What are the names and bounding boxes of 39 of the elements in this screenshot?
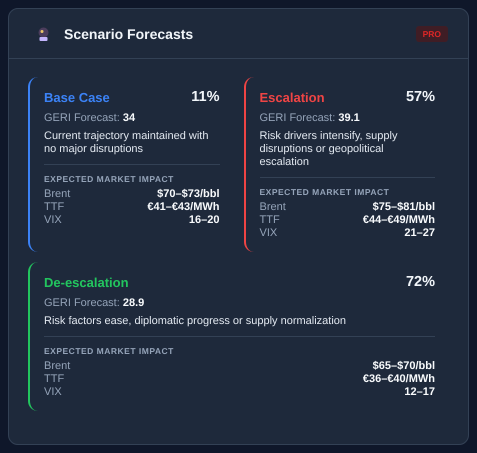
metric-value: 21–27 — [404, 227, 435, 240]
metric-value: $65–$70/bbl — [372, 360, 435, 373]
crystal-ball-icon — [37, 26, 50, 40]
probability-value: 57% — [406, 89, 435, 105]
impact-heading: EXPECTED MARKET IMPACT — [260, 187, 390, 197]
metric-label: VIX — [44, 214, 62, 227]
metric-label: TTF — [44, 201, 64, 214]
metric-value: €36–€40/MWh — [362, 373, 435, 386]
metric-value: €44–€49/MWh — [362, 214, 435, 227]
panel-title: Scenario Forecasts — [64, 26, 194, 42]
metric-label: Brent — [44, 360, 70, 373]
scenario-description: Risk factors ease, diplomatic progress or supply normalization — [44, 315, 348, 328]
impact-heading: EXPECTED MARKET IMPACT — [44, 346, 175, 356]
geri-label: GERI Forecast: — [44, 112, 120, 124]
metric-label: VIX — [44, 386, 62, 399]
metric-value: 16–20 — [188, 214, 220, 227]
scenario-description: Risk drivers intensify, supply disruptions or geopolitical escalation — [260, 130, 398, 169]
geri-value: 34 — [122, 112, 136, 124]
metric-label: Brent — [260, 201, 286, 214]
geri-value: 28.9 — [122, 297, 144, 309]
metric-label: TTF — [44, 373, 64, 386]
metric-label: VIX — [260, 227, 278, 240]
scenario-description: Current trajectory maintained with no major disruptions — [44, 130, 210, 156]
probability-value: 11% — [191, 89, 220, 105]
metric-value: €41–€43/MWh — [147, 201, 220, 214]
scenario-title: Base Case — [44, 90, 110, 104]
probability-value: 72% — [406, 274, 435, 290]
pro-badge: PRO — [416, 26, 448, 42]
geri-label: GERI Forecast: — [44, 297, 120, 309]
metric-label: Brent — [44, 188, 70, 201]
metric-label: TTF — [260, 214, 280, 227]
scenario-title: De-escalation — [44, 274, 129, 290]
geri-label: GERI Forecast: — [260, 112, 336, 124]
impact-heading: EXPECTED MARKET IMPACT — [44, 174, 175, 184]
metric-value: $70–$73/bbl — [157, 188, 220, 201]
geri-value: 39.1 — [338, 112, 360, 124]
metric-value: $75–$81/bbl — [372, 201, 435, 214]
scenario-title: Escalation — [260, 90, 325, 104]
metric-value: 12–17 — [404, 386, 435, 399]
